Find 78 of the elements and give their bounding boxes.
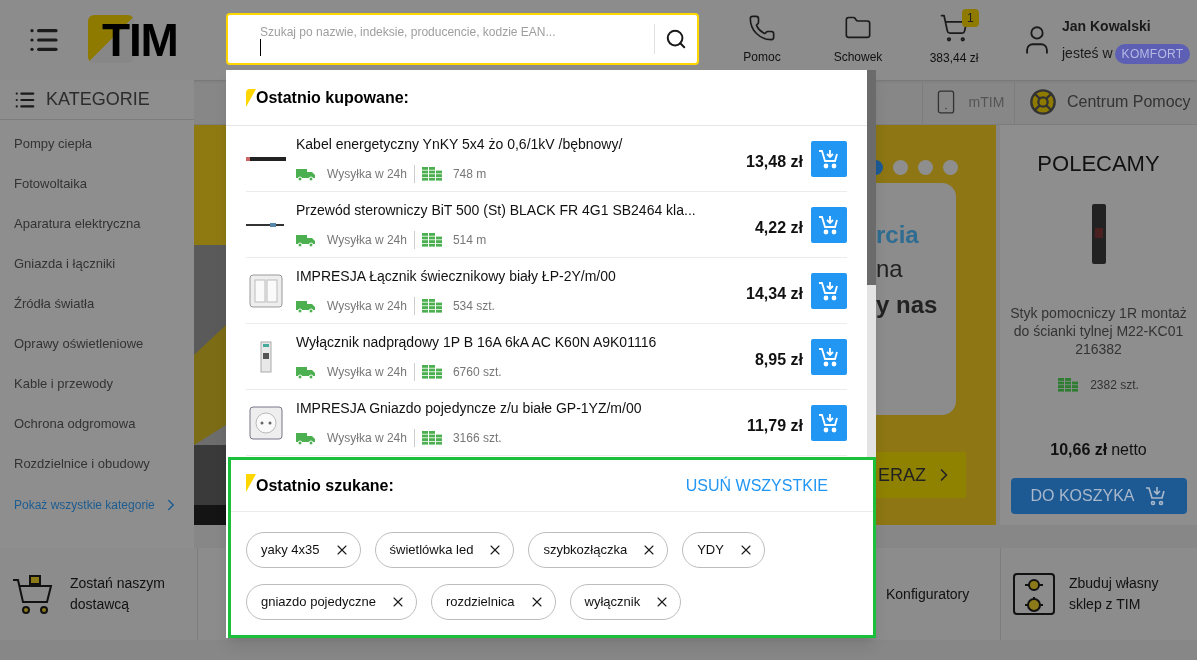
phone-link[interactable]: Pomoc bbox=[714, 14, 810, 66]
recommended-title: POLECAMY bbox=[1037, 150, 1160, 178]
categories-title[interactable]: KATEGORIE bbox=[46, 86, 150, 113]
price-suffix: netto bbox=[1111, 440, 1147, 460]
product-name[interactable]: IMPRESJA Gniazdo pojedyncze z/u białe GP-1YZ/m/00 bbox=[296, 398, 747, 419]
category-link[interactable]: Kable i przewody bbox=[0, 364, 194, 404]
cart-icon bbox=[818, 214, 840, 235]
truck-icon bbox=[296, 233, 315, 247]
product-name[interactable]: Styk pomocniczy 1R montaż do ścianki tylnej M22-KC01 216382 bbox=[1008, 304, 1189, 358]
stock-quantity: 6760 szt. bbox=[452, 364, 502, 381]
feature-link[interactable]: Zostań naszym dostawcą bbox=[0, 548, 197, 640]
stock-quantity: 3166 szt. bbox=[452, 430, 502, 447]
product-price: 10,66 zł bbox=[1050, 440, 1108, 460]
truck-icon bbox=[296, 431, 315, 445]
add-to-cart-button[interactable] bbox=[811, 272, 847, 309]
stock-icon bbox=[421, 365, 442, 379]
shipping-info: Wysyłka w 24h bbox=[327, 298, 407, 315]
feature-link[interactable]: Zbuduj własny sklep z TIM bbox=[1000, 548, 1197, 640]
folder-link[interactable]: Schowek bbox=[810, 14, 906, 66]
shipping-info: Wysyłka w 24h bbox=[327, 430, 407, 447]
stock-icon bbox=[421, 299, 442, 313]
category-link[interactable]: Źródła światła bbox=[0, 284, 194, 324]
product-name[interactable]: Przewód sterowniczy BiT 500 (St) BLACK FR 4G1 SB2464 kla... bbox=[296, 200, 755, 221]
clear-all-link[interactable]: USUŃ WSZYSTKIE bbox=[685, 473, 828, 498]
stock-icon bbox=[1058, 378, 1079, 392]
product-price: 13,48 zł bbox=[746, 151, 803, 172]
cart-icon bbox=[1144, 486, 1167, 506]
category-link[interactable]: Oprawy oświetleniowe bbox=[0, 324, 194, 364]
shipping-info: Wysyłka w 24h bbox=[327, 364, 407, 381]
category-link[interactable]: Aparatura elektryczna bbox=[0, 204, 194, 244]
phone-icon bbox=[748, 14, 776, 42]
logo[interactable]: TIM bbox=[88, 15, 184, 65]
stock-quantity: 2382 szt. bbox=[1090, 377, 1139, 394]
user-name[interactable]: Jan Kowalski bbox=[1062, 16, 1191, 37]
cart-icon bbox=[939, 13, 969, 43]
section-title: Ostatnio szukane: bbox=[256, 475, 394, 496]
stock-quantity: 514 m bbox=[452, 232, 487, 249]
cart-icon bbox=[818, 346, 840, 367]
product-name[interactable]: Wyłącznik nadprądowy 1P B 16A 6kA AC K60N A9K01116 bbox=[296, 332, 755, 353]
category-link[interactable]: Ochrona odgromowa bbox=[0, 404, 194, 444]
shipping-info: Wysyłka w 24h bbox=[327, 232, 407, 249]
add-to-cart-button[interactable] bbox=[811, 140, 847, 177]
category-link[interactable]: Rozdzielnice i obudowy bbox=[0, 444, 194, 484]
product-price: 14,34 zł bbox=[746, 283, 803, 304]
cart-icon bbox=[818, 412, 840, 433]
cart-count-badge: 1 bbox=[962, 9, 979, 27]
user-status: jesteś w bbox=[1062, 44, 1113, 63]
category-link[interactable]: Gniazda i łączniki bbox=[0, 244, 194, 284]
add-to-cart-button[interactable] bbox=[811, 404, 847, 441]
lifebuoy-icon bbox=[1029, 88, 1057, 116]
stock-quantity: 534 szt. bbox=[452, 298, 495, 315]
stock-quantity: 748 m bbox=[452, 166, 487, 183]
cart-icon bbox=[818, 148, 840, 169]
search-icon[interactable] bbox=[665, 28, 687, 50]
product-name[interactable]: Kabel energetyczny YnKY 5x4 żo 0,6/1kV /bębnowy/ bbox=[296, 134, 747, 155]
truck-icon bbox=[296, 365, 315, 379]
truck-icon bbox=[296, 299, 315, 313]
add-to-cart-button[interactable]: DO KOSZYKA bbox=[1010, 478, 1187, 514]
cart-icon bbox=[818, 280, 840, 301]
product-price: 8,95 zł bbox=[754, 349, 803, 370]
help-center-link[interactable]: Centrum Pomocy bbox=[1014, 80, 1197, 124]
search-field[interactable]: Szukaj po nazwie, indeksie, producencie, kodzie EAN... bbox=[226, 13, 699, 65]
add-to-cart-button[interactable] bbox=[811, 206, 847, 243]
banner-button[interactable]: ERAZ bbox=[876, 452, 966, 498]
product-price: 4,22 zł bbox=[754, 217, 803, 238]
stock-icon bbox=[421, 431, 442, 445]
truck-icon bbox=[296, 167, 315, 181]
product-name[interactable]: IMPRESJA Łącznik świecznikowy biały ŁP-2Y/m/00 bbox=[296, 266, 747, 287]
category-link[interactable]: Fotowoltaika bbox=[0, 164, 194, 204]
tier-badge: KOMFORT bbox=[1114, 43, 1191, 64]
banner-card: rcia na y nas bbox=[876, 183, 956, 415]
stock-icon bbox=[421, 233, 442, 247]
section-title: Ostatnio kupowane: bbox=[256, 87, 409, 108]
category-link[interactable]: Pompy ciepła bbox=[0, 124, 194, 164]
product-price: 11,79 zł bbox=[746, 415, 803, 436]
stock-icon bbox=[421, 167, 442, 181]
add-to-cart-button[interactable] bbox=[811, 338, 847, 375]
shipping-info: Wysyłka w 24h bbox=[327, 166, 407, 183]
